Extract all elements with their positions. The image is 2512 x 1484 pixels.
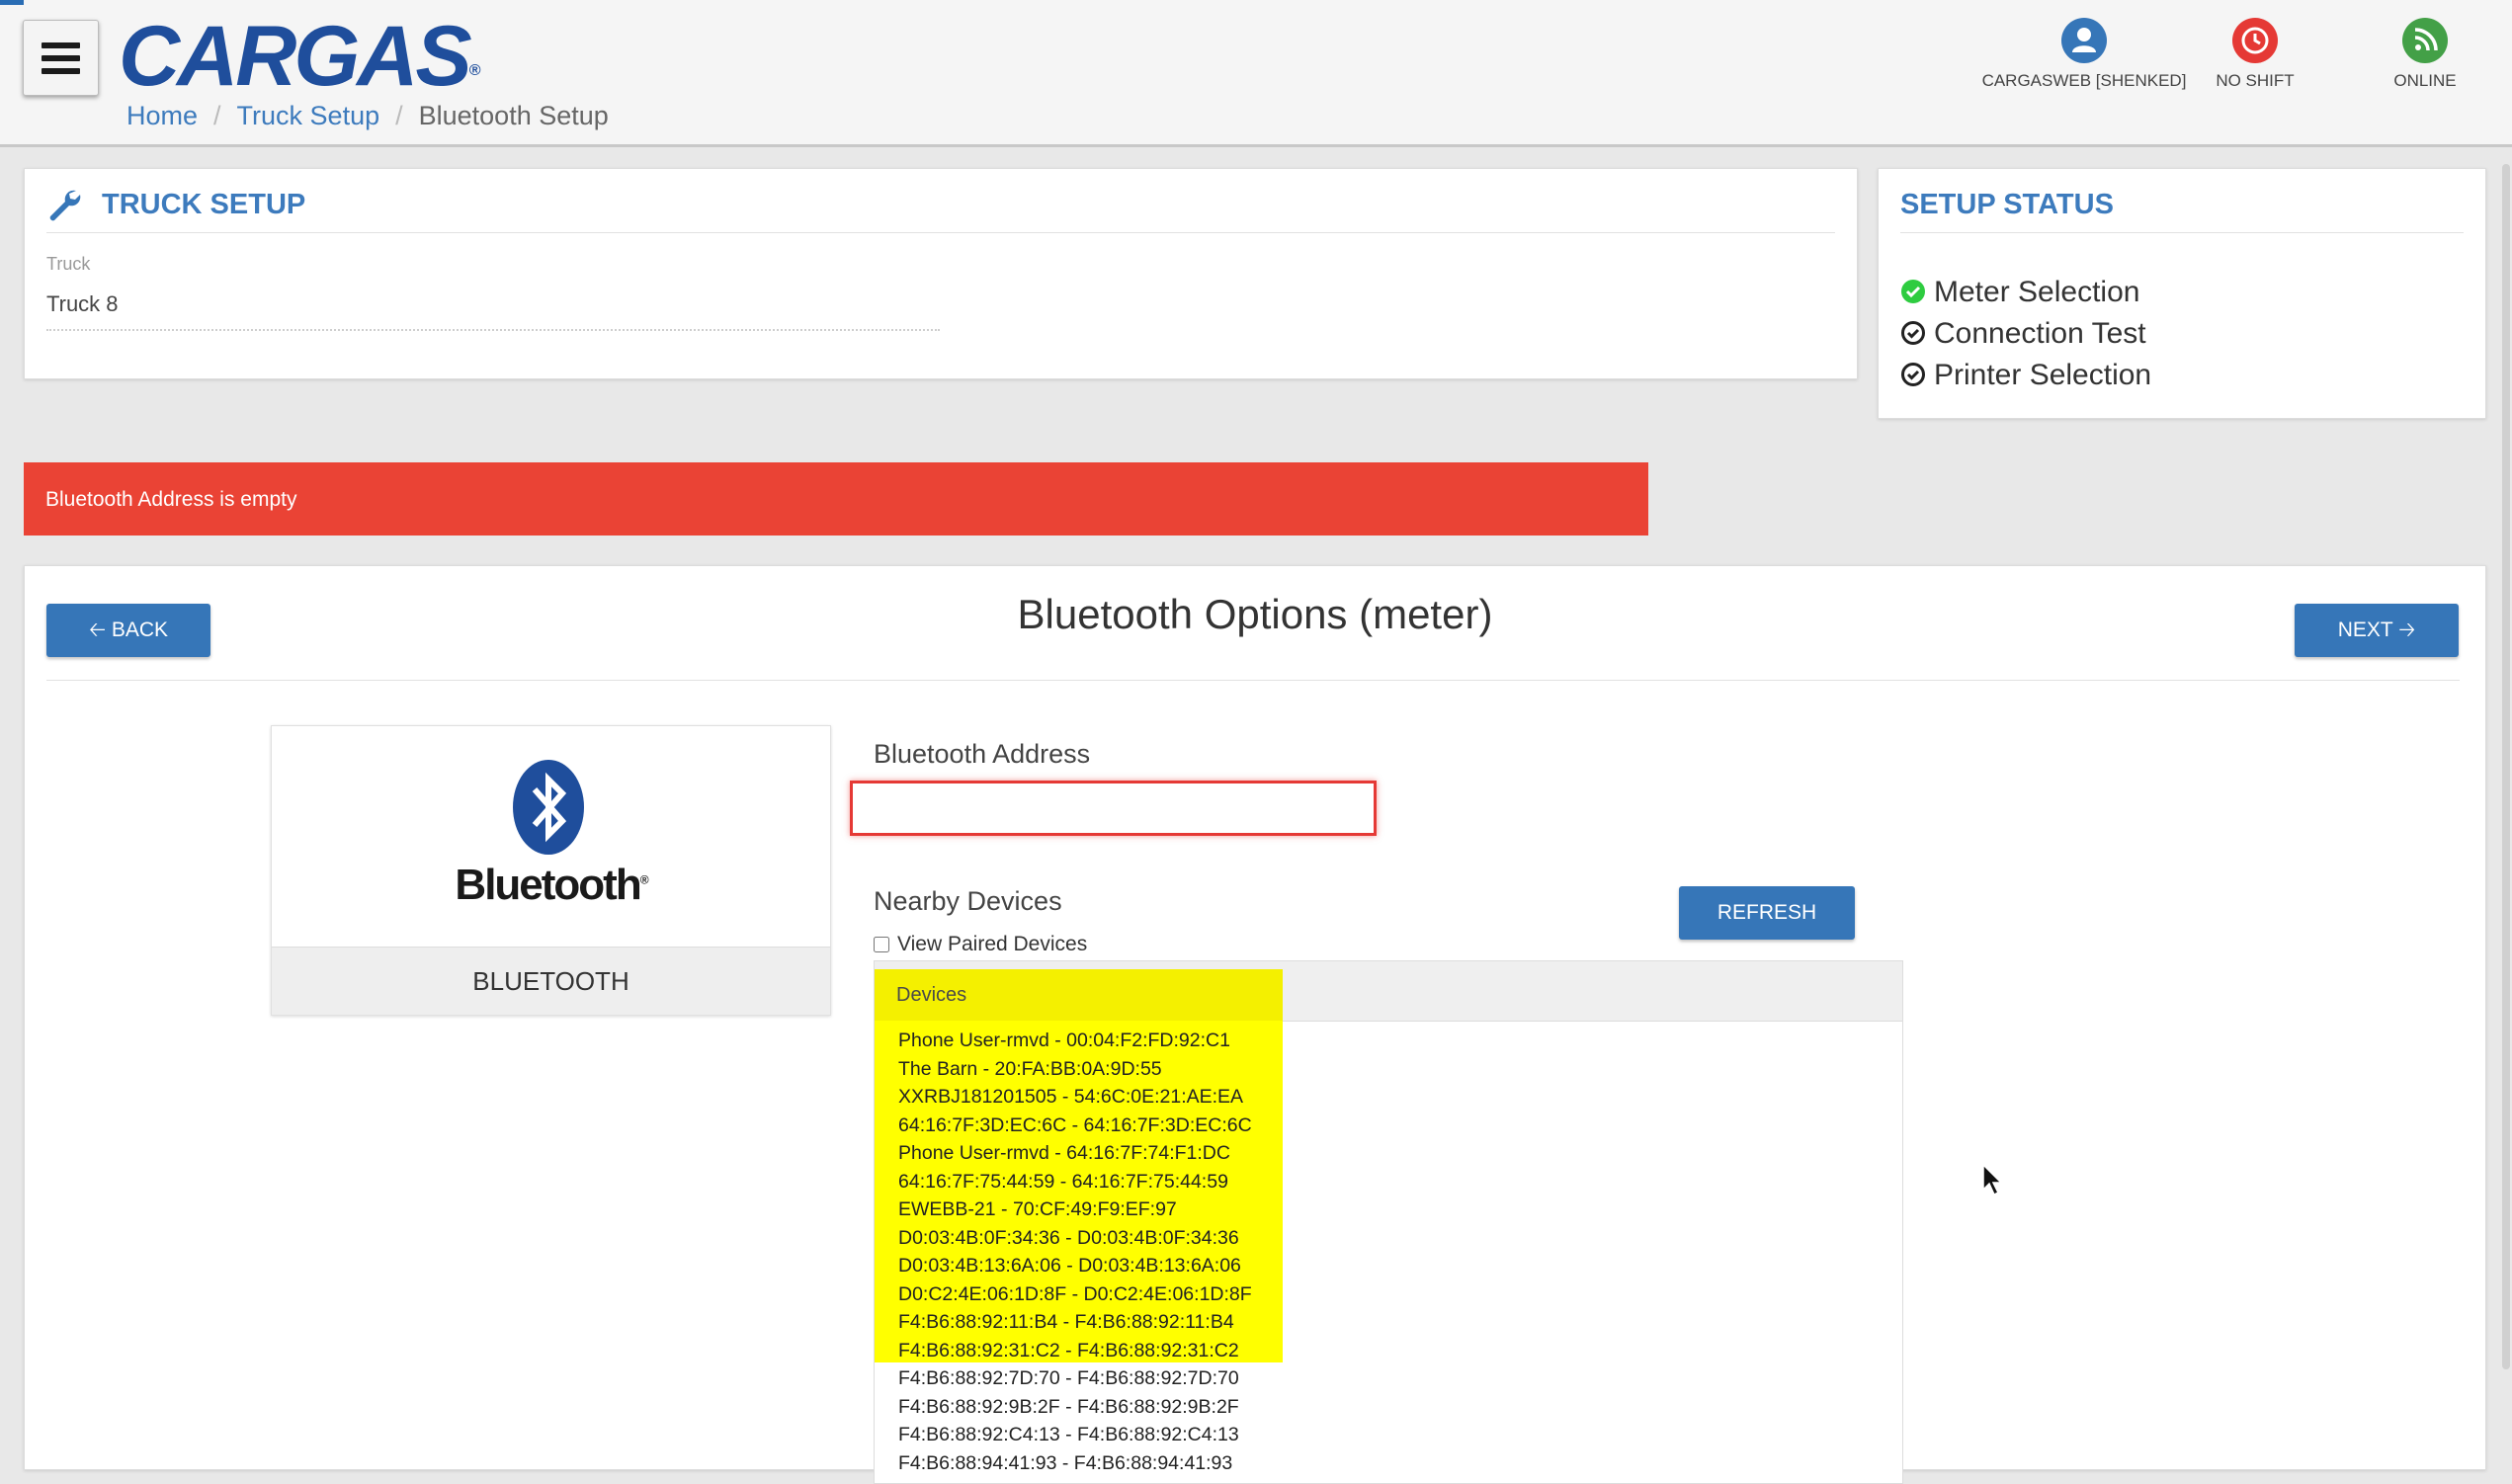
wrench-icon — [49, 190, 81, 221]
shift-label: NO SHIFT — [2216, 71, 2295, 90]
device-item[interactable]: F4:B6:88:92:7D:70 - F4:B6:88:92:7D:70 — [898, 1364, 1252, 1393]
check-circle-outline-icon — [1901, 321, 1925, 345]
user-status[interactable]: CARGASWEB [SHENKED] — [1980, 18, 2188, 91]
bluetooth-icon — [513, 760, 584, 855]
back-button[interactable]: 🡠 BACK — [46, 604, 210, 657]
device-item[interactable]: 64:16:7F:3D:EC:6C - 64:16:7F:3D:EC:6C — [898, 1112, 1252, 1140]
bluetooth-card-label: BLUETOOTH — [272, 947, 830, 1015]
truck-value: Truck 8 — [46, 291, 940, 331]
devices-header-highlight: Devices — [875, 969, 1283, 1021]
device-item[interactable]: The Barn - 20:FA:BB:0A:9D:55 — [898, 1055, 1252, 1084]
bluetooth-wordmark: Bluetooth® — [455, 861, 648, 909]
alert-message: Bluetooth Address is empty — [45, 488, 297, 511]
devices-header: Devices — [875, 961, 1902, 1022]
rss-icon — [2402, 18, 2448, 63]
devices-header-label: Devices — [896, 984, 967, 1006]
setup-status-panel: SETUP STATUS Meter Selection Connection … — [1878, 168, 2486, 419]
breadcrumb-truck-setup[interactable]: Truck Setup — [237, 101, 380, 130]
device-item[interactable]: F4:B6:88:92:31:C2 - F4:B6:88:92:31:C2 — [898, 1337, 1252, 1365]
device-item[interactable]: D0:C2:4E:06:1D:8F - D0:C2:4E:06:1D:8F — [898, 1280, 1252, 1309]
bluetooth-address-input[interactable] — [850, 781, 1377, 836]
view-paired-checkbox[interactable] — [874, 937, 889, 952]
device-item[interactable]: D0:03:4B:0F:34:36 - D0:03:4B:0F:34:36 — [898, 1224, 1252, 1253]
device-item[interactable]: 64:16:7F:75:44:59 - 64:16:7F:75:44:59 — [898, 1168, 1252, 1196]
truck-setup-panel: TRUCK SETUP Truck Truck 8 — [24, 168, 1858, 379]
cargas-logo[interactable]: CARGAS® — [119, 10, 480, 104]
divider — [46, 680, 2460, 681]
arrow-left-icon: 🡠 — [88, 618, 106, 641]
check-circle-outline-icon — [1901, 363, 1925, 386]
truck-setup-title: TRUCK SETUP — [102, 189, 306, 220]
device-item[interactable]: EWEBB-21 - 70:CF:49:F9:EF:97 — [898, 1195, 1252, 1224]
next-button[interactable]: NEXT 🡢 — [2295, 604, 2459, 657]
truck-label: Truck — [46, 254, 91, 274]
window-accent — [0, 0, 24, 5]
device-item[interactable]: F4:B6:88:92:11:B4 - F4:B6:88:92:11:B4 — [898, 1308, 1252, 1337]
shift-status[interactable]: NO SHIFT — [2206, 18, 2304, 91]
setup-status-list: Meter Selection Connection Test Printer … — [1900, 272, 2151, 396]
hamburger-menu-icon[interactable] — [23, 20, 99, 96]
status-item-connection-test: Connection Test — [1900, 313, 2151, 355]
status-item-printer-selection: Printer Selection — [1900, 355, 2151, 396]
breadcrumb: Home / Truck Setup / Bluetooth Setup — [126, 99, 609, 132]
online-status[interactable]: ONLINE — [2376, 18, 2474, 91]
breadcrumb-current: Bluetooth Setup — [418, 101, 609, 130]
device-item[interactable]: D0:03:4B:13:6A:06 - D0:03:4B:13:6A:06 — [898, 1252, 1252, 1280]
device-item[interactable]: XXRBJ181201505 - 54:6C:0E:21:AE:EA — [898, 1083, 1252, 1112]
device-item[interactable]: Phone User-rmvd - 64:16:7F:74:F1:DC — [898, 1139, 1252, 1168]
device-item[interactable]: F4:B6:88:92:C4:13 - F4:B6:88:92:C4:13 — [898, 1421, 1252, 1449]
user-label: CARGASWEB [SHENKED] — [1981, 71, 2187, 90]
online-label: ONLINE — [2393, 71, 2457, 90]
devices-list-panel: Devices Phone User-rmvd - 00:04:F2:FD:92… — [874, 960, 1903, 1484]
page-title: Bluetooth Options (meter) — [1017, 591, 1493, 637]
error-alert: Bluetooth Address is empty — [24, 462, 1648, 536]
status-item-meter-selection: Meter Selection — [1900, 272, 2151, 313]
check-circle-icon — [1901, 280, 1925, 303]
devices-list: Phone User-rmvd - 00:04:F2:FD:92:C1 The … — [898, 1027, 1252, 1477]
breadcrumb-separator: / — [395, 101, 403, 130]
mouse-cursor-icon — [1982, 1164, 2003, 1196]
view-paired-label[interactable]: View Paired Devices — [897, 933, 1087, 956]
nearby-devices-label: Nearby Devices — [874, 886, 1062, 916]
breadcrumb-separator: / — [213, 101, 221, 130]
user-icon — [2061, 18, 2107, 63]
device-item[interactable]: F4:B6:88:94:41:93 - F4:B6:88:94:41:93 — [898, 1449, 1252, 1478]
setup-status-title: SETUP STATUS — [1900, 189, 2114, 220]
divider — [46, 232, 1835, 233]
divider — [1900, 232, 2464, 233]
bluetooth-address-label: Bluetooth Address — [874, 739, 1091, 769]
refresh-button[interactable]: REFRESH — [1679, 886, 1855, 940]
breadcrumb-home[interactable]: Home — [126, 101, 198, 130]
bluetooth-card[interactable]: Bluetooth® BLUETOOTH — [271, 725, 831, 1016]
page-scrollbar[interactable] — [2502, 164, 2510, 1369]
device-item[interactable]: F4:B6:88:92:9B:2F - F4:B6:88:92:9B:2F — [898, 1393, 1252, 1422]
arrow-right-icon: 🡢 — [2398, 618, 2416, 641]
clock-icon — [2232, 18, 2278, 63]
device-item[interactable]: Phone User-rmvd - 00:04:F2:FD:92:C1 — [898, 1027, 1252, 1055]
